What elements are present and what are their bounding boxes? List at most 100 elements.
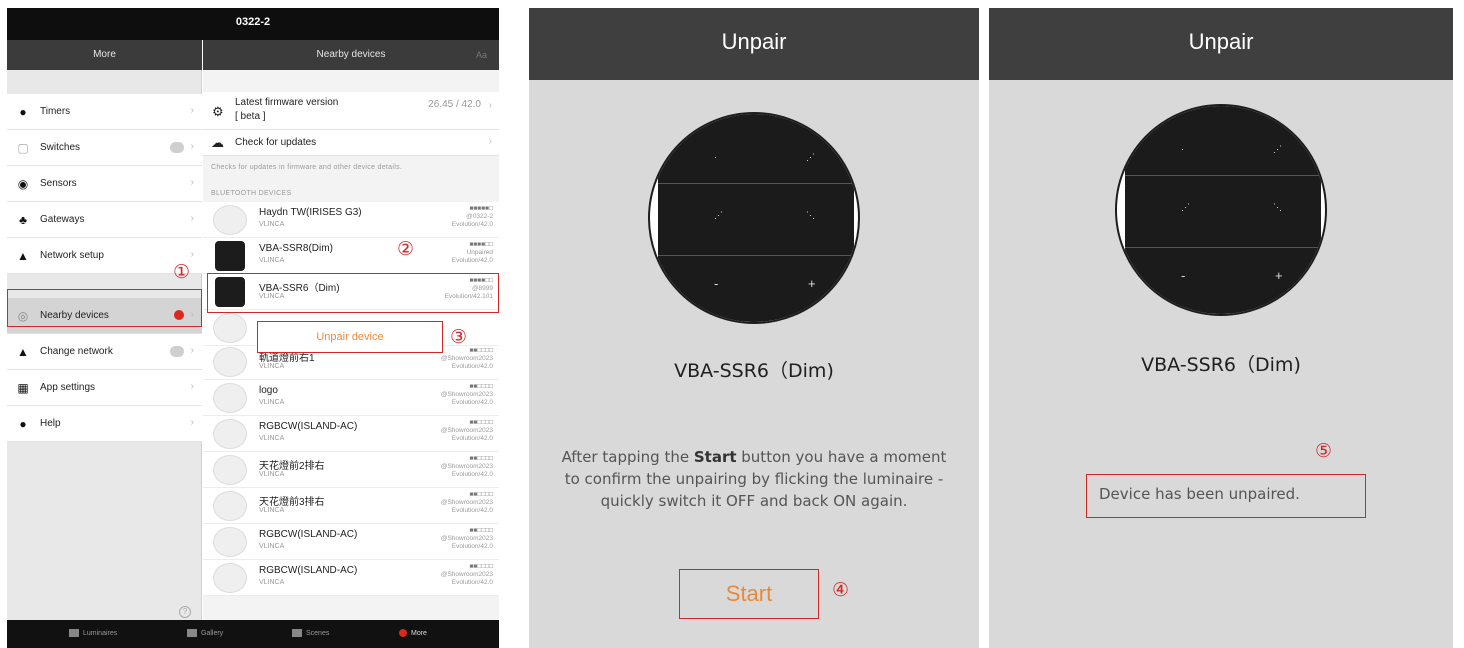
help-circle-icon[interactable]: ?: [179, 606, 191, 618]
device-thumbnail: [213, 527, 247, 557]
tab-label: Luminaires: [83, 629, 118, 637]
menu-item-change-network[interactable]: ▲ Change network ›: [7, 334, 202, 370]
gear-icon: ⚙: [212, 104, 224, 119]
device-row[interactable]: VBA-SSR8(Dim) VLINCA ■■■■□□ Unpaired Evoluti…: [203, 238, 499, 274]
callout-selected-device: [207, 273, 499, 313]
device-network: @Showroom2023: [440, 391, 493, 398]
tab-scenes[interactable]: Scenes: [292, 629, 329, 637]
step-2-marker: ②: [397, 238, 415, 260]
device-firmware: Evolution/42.0: [451, 363, 493, 370]
menu-item-app-settings[interactable]: ▦ App settings ›: [7, 370, 202, 406]
device-name: VBA-SSR8(Dim): [259, 243, 333, 254]
step-1-marker: ①: [173, 261, 191, 283]
device-row[interactable]: 天花燈前3排右 VLINCA ■■□□□□ @Showroom2023 Evolutio…: [203, 488, 499, 524]
menu-item-switches[interactable]: ▢ Switches ›: [7, 130, 202, 166]
plus-symbol: +: [808, 276, 816, 291]
device-row[interactable]: logo VLINCA ■■□□□□ @Showroom2023 Evolution/4…: [203, 380, 499, 416]
device-row[interactable]: 天花燈前2排右 VLINCA ■■□□□□ @Showroom2023 Evolutio…: [203, 452, 499, 488]
signal-strength: ■■□□□□: [469, 491, 493, 498]
right-nav-title: Nearby devices: [316, 49, 386, 60]
check-updates-row[interactable]: ☁ Check for updates ›: [203, 130, 499, 156]
switch-row: ⋰ ⋱: [1125, 176, 1321, 248]
device-row[interactable]: Haydn TW(IRISES G3) VLINCA ■■■■■□ @0322-2 Ev…: [203, 202, 499, 238]
gallery-icon: [187, 629, 197, 637]
device-title: 0322-2: [7, 8, 499, 40]
device-row[interactable]: RGBCW(ISLAND-AC) VLINCA ■■□□□□ @Showroom202…: [203, 560, 499, 596]
network-icon: ▲: [17, 345, 29, 359]
device-row[interactable]: RGBCW(ISLAND-AC) VLINCA ■■□□□□ @Showroom202…: [203, 524, 499, 560]
device-status: ■■■■□□ Unpaired Evolution/42.0: [403, 241, 493, 265]
indicator-dot: ⋱: [1273, 202, 1282, 212]
switch-panel-image: · ⋰ ⋰ ⋱ - +: [658, 114, 854, 322]
firmware-label: Latest firmware version: [235, 97, 339, 108]
device-name: logo: [259, 385, 278, 396]
menu-item-help[interactable]: ● Help ›: [7, 406, 202, 442]
unpair-title: Unpair: [989, 8, 1453, 80]
scenes-icon: [292, 629, 302, 637]
sensor-icon: ◉: [17, 177, 29, 191]
signal-strength: ■■□□□□: [469, 419, 493, 426]
right-nav-bar: Nearby devices Aa: [203, 40, 499, 70]
device-thumbnail: [213, 383, 247, 413]
unpair-device-label: Unpair device: [316, 331, 384, 343]
device-brand: VLINCA: [259, 257, 285, 264]
menu-item-label: Gateways: [40, 214, 85, 225]
indicator-dot: ·: [714, 152, 717, 162]
indicator-dot: ⋰: [1181, 202, 1190, 212]
device-status: ■■□□□□ @Showroom2023 Evolution/42.0: [403, 419, 493, 443]
switch-row: - +: [1125, 248, 1321, 314]
menu-item-timers[interactable]: ● Timers ›: [7, 94, 202, 130]
device-firmware: Evolution/42.0: [451, 507, 493, 514]
device-network: @Showroom2023: [440, 355, 493, 362]
device-thumbnail: [213, 563, 247, 593]
minus-symbol: -: [714, 276, 719, 291]
unpair-instructions: After tapping the Start button you have …: [529, 446, 979, 512]
tab-luminaires[interactable]: Luminaires: [69, 629, 117, 637]
device-thumbnail: [213, 205, 247, 235]
device-thumbnail: [213, 455, 247, 485]
switch-row: · ⋰: [1125, 106, 1321, 176]
signal-strength: ■■■■■□: [469, 205, 493, 212]
device-name: RGBCW(ISLAND-AC): [259, 529, 358, 540]
device-row[interactable]: RGBCW(ISLAND-AC) VLINCA ■■□□□□ @Showroom202…: [203, 416, 499, 452]
switch-row: ⋰ ⋱: [658, 184, 854, 256]
menu-item-sensors[interactable]: ◉ Sensors ›: [7, 166, 202, 202]
network-icon: ▲: [17, 249, 29, 263]
section-header: BLUETOOTH DEVICES: [211, 190, 292, 197]
menu-item-gateways[interactable]: ♣ Gateways ›: [7, 202, 202, 238]
device-brand: VLINCA: [259, 507, 285, 514]
device-name: VBA-SSR6（Dim): [1141, 354, 1301, 376]
firmware-note: Checks for updates in firmware and other…: [211, 164, 403, 171]
unpair-screen: Unpair · ⋰ ⋰ ⋱ - + VBA-SSR6（Dim) After t…: [529, 8, 979, 648]
device-thumbnail: [213, 491, 247, 521]
unpaired-message-box: Device has been unpaired.: [1086, 474, 1366, 518]
device-name: RGBCW(ISLAND-AC): [259, 421, 358, 432]
chevron-right-icon: ›: [190, 417, 194, 428]
chevron-right-icon: ›: [190, 105, 194, 116]
tab-gallery[interactable]: Gallery: [187, 629, 223, 637]
device-network: @Showroom2023: [440, 463, 493, 470]
firmware-row[interactable]: ⚙ Latest firmware version [ beta ] 26.45…: [203, 92, 499, 130]
left-nav-title: More: [7, 40, 202, 70]
device-firmware: Evolution/42.0: [451, 221, 493, 228]
signal-strength: ■■■■□□: [469, 241, 493, 248]
device-brand: VLINCA: [259, 363, 285, 370]
switch-panel-image: · ⋰ ⋰ ⋱ - +: [1125, 106, 1321, 314]
start-button[interactable]: Start: [679, 569, 819, 619]
indicator-dot: ⋰: [1273, 144, 1282, 154]
tab-more[interactable]: More: [399, 629, 427, 637]
device-status: ■■□□□□ @Showroom2023 Evolution/42.0: [403, 491, 493, 515]
device-firmware: Evolution/42.0: [451, 435, 493, 442]
step-3-marker: ③: [450, 326, 468, 348]
info-icon: ●: [19, 417, 27, 431]
device-thumbnail: [213, 419, 247, 449]
font-size-button[interactable]: Aa: [476, 40, 487, 70]
indicator-dot: ⋰: [806, 152, 815, 162]
device-firmware: Evolution/42.0: [451, 579, 493, 586]
sidebar: ● Timers › ▢ Switches › ◉ Sensors › ♣ Ga…: [7, 70, 202, 620]
device-status: ■■□□□□ @Showroom2023 Evolution/42.0: [403, 527, 493, 551]
chevron-right-icon: ›: [488, 136, 492, 147]
device-image: · ⋰ ⋰ ⋱ - +: [1115, 104, 1327, 316]
unpair-device-button[interactable]: Unpair device: [257, 321, 443, 353]
device-brand: VLINCA: [259, 579, 285, 586]
